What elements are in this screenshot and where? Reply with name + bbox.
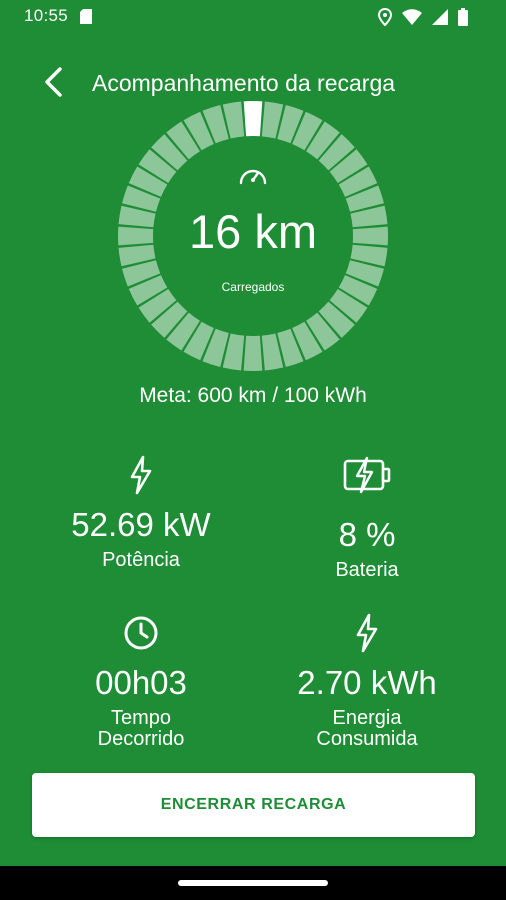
stat-elapsed-time: 00h03 Tempo Decorrido: [41, 612, 241, 750]
power-value: 52.69 kW: [71, 506, 211, 543]
signal-icon: [432, 9, 448, 25]
battery-icon: [458, 8, 468, 26]
status-bar: 10:55: [0, 0, 506, 34]
charge-goal: Meta: 600 km / 100 kWh: [139, 384, 367, 407]
ring-segment: [243, 335, 263, 372]
elapsed-time-label: Tempo Decorrido: [41, 708, 241, 750]
sd-card-icon: [80, 9, 92, 24]
home-gesture-handle[interactable]: [178, 880, 328, 886]
back-button[interactable]: [36, 64, 70, 100]
energy-label: Energia Consumida: [267, 708, 467, 750]
stat-energy-consumed: 2.70 kWh Energia Consumida: [267, 612, 467, 750]
power-label: Potência: [102, 549, 180, 571]
system-nav-bar: [0, 866, 506, 900]
lightning-bolt-icon: [356, 613, 378, 653]
energy-label-line2: Consumida: [316, 728, 418, 750]
energy-label-line1: Energia: [332, 707, 402, 729]
status-time: 10:55: [24, 6, 69, 25]
charged-distance-caption: Carregados: [221, 280, 285, 294]
end-charging-button[interactable]: ENCERRAR RECARGA: [32, 773, 475, 837]
page-title: Acompanhamento da recarga: [92, 70, 396, 96]
elapsed-time-label-line1: Tempo: [110, 707, 172, 729]
battery-label: Bateria: [335, 559, 399, 581]
charge-progress-ring: 16 km Carregados: [117, 100, 389, 372]
battery-value: 8 %: [338, 516, 396, 553]
energy-value: 2.70 kWh: [297, 664, 437, 701]
battery-charging-icon: [343, 456, 391, 494]
stat-battery: 8 % Bateria: [267, 454, 467, 581]
charged-distance-value: 16 km: [189, 205, 317, 258]
location-icon: [378, 8, 392, 26]
elapsed-time-value: 00h03: [95, 664, 187, 701]
clock-icon: [124, 616, 158, 650]
chevron-left-icon: [45, 67, 62, 97]
lightning-bolt-icon: [130, 455, 152, 495]
ring-segment-active: [243, 100, 263, 137]
elapsed-time-label-line2: Decorrido: [97, 728, 185, 750]
stat-power: 52.69 kW Potência: [41, 454, 241, 571]
wifi-icon: [402, 9, 422, 25]
speedometer-icon: [239, 169, 267, 185]
status-icons: [378, 8, 468, 26]
